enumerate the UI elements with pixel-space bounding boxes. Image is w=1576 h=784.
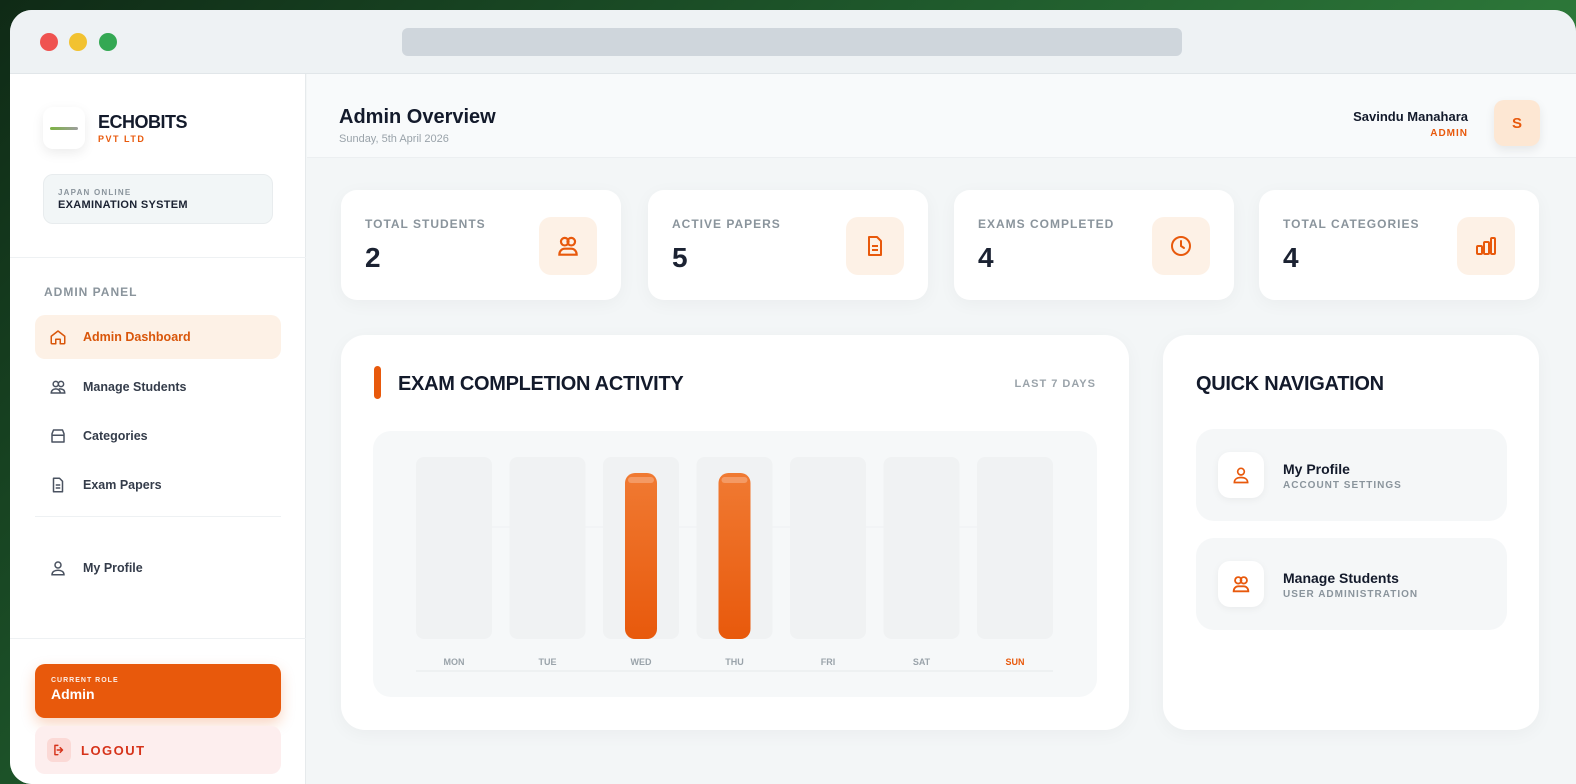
- bar-track: [883, 457, 960, 639]
- minimize-window-button[interactable]: [69, 33, 87, 51]
- x-tick-label: SAT: [913, 657, 931, 667]
- admin-panel-label: ADMIN PANEL: [44, 285, 138, 299]
- exam-activity-card: EXAM COMPLETION ACTIVITY LAST 7 DAYS MON…: [341, 335, 1129, 730]
- stat-card-exams-completed: EXAMS COMPLETED 4: [954, 190, 1234, 300]
- logout-label: LOGOUT: [81, 742, 146, 758]
- sidebar-item-label: Manage Students: [83, 380, 187, 394]
- stat-value: 4: [1283, 242, 1299, 273]
- sidebar-item-admin-dashboard[interactable]: Admin Dashboard: [35, 315, 281, 359]
- stat-value: 4: [978, 242, 994, 273]
- sidebar-item-my-profile[interactable]: My Profile: [35, 546, 281, 590]
- quick-nav-title: My Profile: [1283, 461, 1350, 477]
- current-role-label: CURRENT ROLE: [51, 677, 119, 684]
- stat-card-total-students: TOTAL STUDENTS 2: [341, 190, 621, 300]
- bar-thu[interactable]: [718, 473, 751, 639]
- users-icon: [539, 217, 597, 275]
- quick-navigation-card: QUICK NAVIGATION My Profile ACCOUNT SETT…: [1163, 335, 1539, 730]
- quick-nav-subtitle: USER ADMINISTRATION: [1283, 589, 1419, 600]
- home-icon: [48, 327, 68, 347]
- page-title: Admin Overview: [339, 106, 496, 128]
- browser-window: ECHOBITS PVT LTD JAPAN ONLINE EXAMINATIO…: [10, 10, 1576, 784]
- bar-track: [790, 457, 866, 639]
- sidebar-item-label: Categories: [83, 429, 148, 443]
- stat-label: TOTAL CATEGORIES: [1283, 217, 1420, 231]
- users-icon: [48, 377, 68, 397]
- bar-track: [509, 457, 586, 639]
- stat-label: EXAMS COMPLETED: [978, 217, 1115, 231]
- bar-highlight: [628, 477, 654, 483]
- stat-value: 5: [672, 242, 688, 273]
- document-icon: [48, 475, 68, 495]
- close-window-button[interactable]: [40, 33, 58, 51]
- system-name-line2: EXAMINATION SYSTEM: [58, 199, 188, 211]
- logout-icon: [47, 738, 71, 762]
- maximize-window-button[interactable]: [99, 33, 117, 51]
- logout-button[interactable]: LOGOUT: [35, 726, 281, 774]
- user-icon: [48, 558, 68, 578]
- bar-chart: MON TUE WED THU FRI SAT SUN: [416, 457, 1053, 672]
- sidebar-item-categories[interactable]: Categories: [35, 414, 281, 458]
- divider: [35, 516, 281, 517]
- bar-highlight: [721, 477, 748, 483]
- bar-chart-icon: [1457, 217, 1515, 275]
- brand-name: ECHOBITS: [98, 112, 188, 132]
- user-icon: [1218, 452, 1264, 498]
- sidebar-item-label: Exam Papers: [83, 478, 162, 492]
- chart-title: EXAM COMPLETION ACTIVITY: [398, 373, 684, 395]
- quick-nav-manage-students[interactable]: Manage Students USER ADMINISTRATION: [1196, 538, 1507, 630]
- clock-icon: [1152, 217, 1210, 275]
- document-icon: [846, 217, 904, 275]
- stat-value: 2: [365, 242, 381, 273]
- sidebar-item-exam-papers[interactable]: Exam Papers: [35, 463, 281, 507]
- divider: [10, 257, 306, 258]
- brand-subtitle: PVT LTD: [98, 134, 146, 144]
- x-tick-label: FRI: [821, 657, 836, 667]
- brand-logo: [43, 107, 85, 149]
- page-header: Admin Overview Sunday, 5th April 2026 Sa…: [307, 74, 1576, 158]
- system-name-line1: JAPAN ONLINE: [58, 188, 132, 197]
- x-tick-label: SUN: [1005, 657, 1024, 667]
- sidebar-item-manage-students[interactable]: Manage Students: [35, 365, 281, 409]
- address-bar[interactable]: [402, 28, 1182, 56]
- chart-range-label: LAST 7 DAYS: [1014, 378, 1096, 390]
- stat-label: TOTAL STUDENTS: [365, 217, 486, 231]
- system-name-box: JAPAN ONLINE EXAMINATION SYSTEM: [43, 174, 273, 224]
- quick-navigation-title: QUICK NAVIGATION: [1196, 373, 1384, 395]
- quick-nav-title: Manage Students: [1283, 570, 1399, 586]
- bar-track: [416, 457, 492, 639]
- x-tick-label: THU: [725, 657, 744, 667]
- sidebar: ECHOBITS PVT LTD JAPAN ONLINE EXAMINATIO…: [10, 74, 306, 784]
- title-accent-bar: [374, 366, 381, 399]
- user-role: ADMIN: [1430, 128, 1468, 139]
- x-tick-label: WED: [631, 657, 652, 667]
- stat-label: ACTIVE PAPERS: [672, 217, 781, 231]
- folder-icon: [48, 426, 68, 446]
- sidebar-item-label: My Profile: [83, 561, 143, 575]
- current-role-value: Admin: [51, 686, 95, 702]
- x-tick-label: MON: [444, 657, 465, 667]
- stat-card-total-categories: TOTAL CATEGORIES 4: [1259, 190, 1539, 300]
- chart-area: MON TUE WED THU FRI SAT SUN: [373, 431, 1097, 697]
- sidebar-item-label: Admin Dashboard: [83, 330, 191, 344]
- stat-card-active-papers: ACTIVE PAPERS 5: [648, 190, 928, 300]
- x-tick-label: TUE: [539, 657, 557, 667]
- quick-nav-subtitle: ACCOUNT SETTINGS: [1283, 480, 1402, 491]
- bar-track: [977, 457, 1053, 639]
- browser-titlebar: [10, 10, 1576, 74]
- quick-nav-my-profile[interactable]: My Profile ACCOUNT SETTINGS: [1196, 429, 1507, 521]
- current-role-box: CURRENT ROLE Admin: [35, 664, 281, 718]
- divider: [10, 638, 306, 639]
- users-icon: [1218, 561, 1264, 607]
- page-date: Sunday, 5th April 2026: [339, 133, 449, 145]
- avatar[interactable]: S: [1494, 100, 1540, 146]
- user-name: Savindu Manahara: [1353, 109, 1468, 124]
- bar-wed[interactable]: [625, 473, 657, 639]
